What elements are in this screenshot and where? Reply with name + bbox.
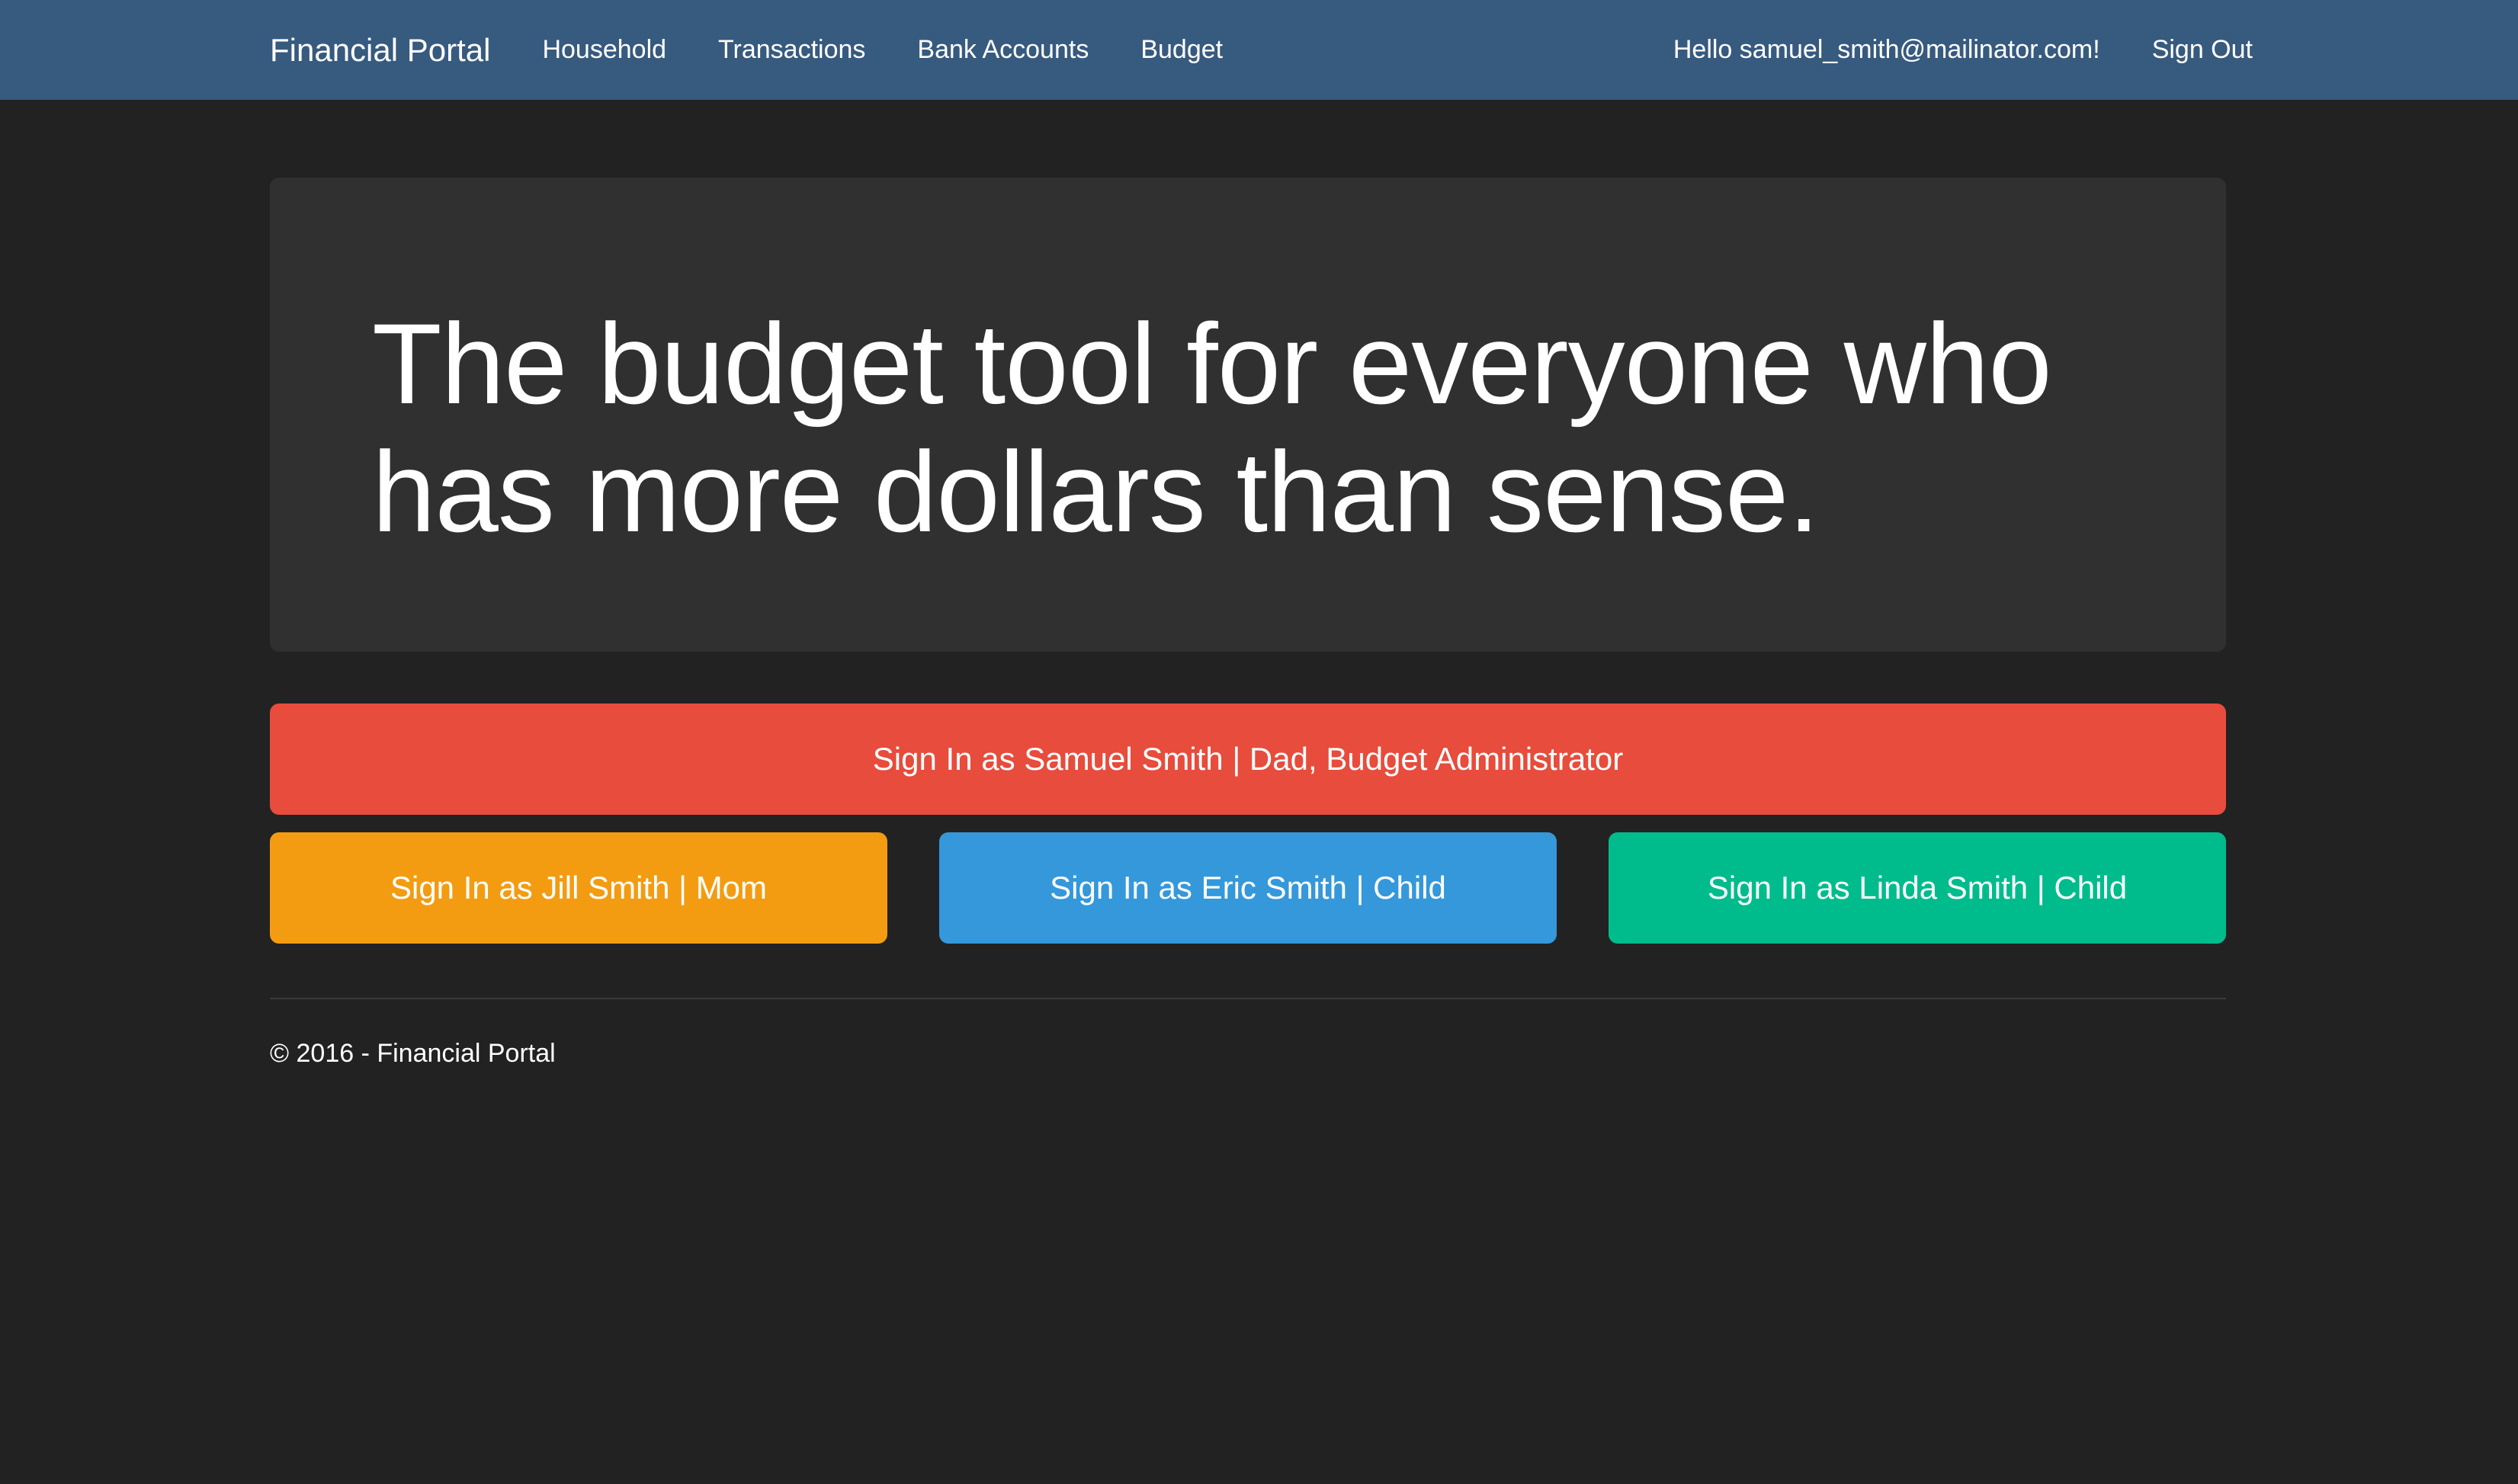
top-navbar: Financial Portal Household Transactions … [0, 0, 2518, 100]
nav-link-bank-accounts[interactable]: Bank Accounts [917, 35, 1089, 65]
sign-in-samuel-button[interactable]: Sign In as Samuel Smith | Dad, Budget Ad… [270, 704, 2226, 815]
footer-copyright: © 2016 - Financial Portal [270, 1039, 556, 1068]
hero-headline: The budget tool for everyone who has mor… [372, 300, 2052, 556]
hero-jumbotron: The budget tool for everyone who has mor… [270, 178, 2226, 652]
user-greeting-link[interactable]: Hello samuel_smith@mailinator.com! [1673, 35, 2100, 65]
main-container: The budget tool for everyone who has mor… [270, 178, 2226, 1069]
nav-user-area: Hello samuel_smith@mailinator.com! Sign … [1673, 35, 2253, 65]
nav-link-transactions[interactable]: Transactions [718, 35, 865, 65]
sign-in-linda-button[interactable]: Sign In as Linda Smith | Child [1609, 832, 2226, 944]
sign-in-jill-button[interactable]: Sign In as Jill Smith | Mom [270, 832, 887, 944]
nav-link-budget[interactable]: Budget [1140, 35, 1223, 65]
navbar-inner: Financial Portal Household Transactions … [270, 0, 2253, 100]
nav-link-household[interactable]: Household [542, 35, 666, 65]
sign-out-link[interactable]: Sign Out [2152, 35, 2253, 65]
sign-in-eric-button[interactable]: Sign In as Eric Smith | Child [939, 832, 1557, 944]
sign-in-button-row: Sign In as Jill Smith | Mom Sign In as E… [270, 832, 2226, 944]
footer-divider [270, 998, 2226, 999]
brand-link[interactable]: Financial Portal [270, 32, 490, 69]
nav-links: Household Transactions Bank Accounts Bud… [542, 35, 1275, 65]
